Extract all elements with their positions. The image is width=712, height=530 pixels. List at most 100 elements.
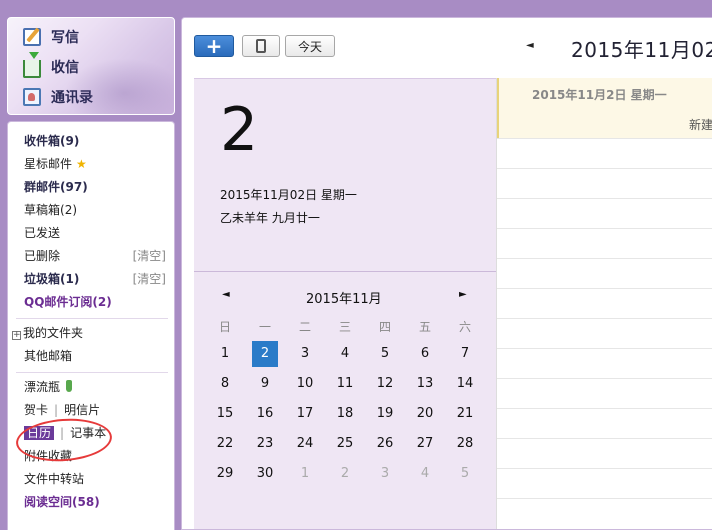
calendar-day-next-month[interactable]: 1: [292, 461, 318, 487]
folder-inbox[interactable]: 收件箱(9): [24, 132, 79, 150]
calendar-day[interactable]: 12: [372, 371, 398, 397]
hour-slot-line: [497, 228, 712, 229]
folder-other-mailbox[interactable]: 其他邮箱: [24, 347, 72, 365]
folder-spam[interactable]: 垃圾箱(1): [24, 270, 79, 288]
weekday-header: 五: [418, 320, 431, 334]
folder-inbox-label: 收件箱: [24, 134, 61, 148]
calendar-day[interactable]: 27: [412, 431, 438, 457]
calendar-day[interactable]: 28: [452, 431, 478, 457]
weekday-header: 日: [218, 320, 231, 334]
calendar-day[interactable]: 3: [292, 341, 318, 367]
folder-starred-label: 星标邮件: [24, 157, 73, 171]
calendar-day[interactable]: 16: [252, 401, 278, 427]
folder-my-folders-label: 我的文件夹: [23, 326, 84, 340]
full-date-text: 2015年11月02日 星期一: [220, 188, 357, 202]
attachments-label: 附件收藏: [24, 449, 73, 463]
calendar-day[interactable]: 1: [212, 341, 238, 367]
calendar-link[interactable]: 日历: [24, 426, 55, 440]
folder-sent[interactable]: 已发送: [24, 224, 60, 242]
contacts-icon: [23, 88, 41, 106]
folder-deleted-label: 已删除: [24, 249, 61, 263]
calendar-day-next-month[interactable]: 5: [452, 461, 478, 487]
folder-my-folders[interactable]: + 我的文件夹: [12, 324, 83, 342]
reading-space-label: 阅读空间: [24, 495, 73, 509]
attachments-link[interactable]: 附件收藏: [24, 447, 72, 465]
calendar-day[interactable]: 11: [332, 371, 358, 397]
calendar-day[interactable]: 15: [212, 401, 238, 427]
receive-mail-label: 收信: [51, 60, 79, 76]
notebook-link[interactable]: 记事本: [70, 426, 106, 440]
folder-spam-count: (1): [60, 272, 80, 286]
folder-starred[interactable]: 星标邮件 ★: [24, 155, 87, 173]
mobile-sync-button[interactable]: [242, 35, 280, 57]
inbox-download-icon: [23, 52, 41, 78]
file-transfer-link[interactable]: 文件中转站: [24, 470, 84, 488]
calendar-day[interactable]: 5: [372, 341, 398, 367]
divider: [16, 318, 168, 319]
calendar-day[interactable]: 19: [372, 401, 398, 427]
today-button[interactable]: 今天: [285, 35, 335, 57]
calendar-day[interactable]: 8: [212, 371, 238, 397]
prev-month-arrow-icon[interactable]: ◄: [222, 289, 230, 300]
day-detail-panel: 2 2015年11月02日 星期一 乙未羊年 九月廿一 ◄ 2015年11月 ►…: [194, 78, 496, 529]
folder-group-mail[interactable]: 群邮件(97): [24, 178, 88, 196]
greeting-card-link[interactable]: 贺卡: [24, 403, 48, 417]
calendar-day[interactable]: 2: [252, 341, 278, 367]
calendar-day[interactable]: 23: [252, 431, 278, 457]
calendar-day[interactable]: 17: [292, 401, 318, 427]
folder-deleted[interactable]: 已删除: [24, 247, 60, 265]
calendar-day[interactable]: 18: [332, 401, 358, 427]
calendar-day-next-month[interactable]: 3: [372, 461, 398, 487]
contacts-button[interactable]: 通讯录: [23, 86, 93, 108]
calendar-day[interactable]: 13: [412, 371, 438, 397]
calendar-row: 日历 | 记事本: [24, 424, 106, 442]
calendar-day[interactable]: 29: [212, 461, 238, 487]
next-month-arrow-icon[interactable]: ►: [459, 289, 467, 300]
clear-deleted-link[interactable]: [清空]: [133, 247, 166, 265]
calendar-day[interactable]: 20: [412, 401, 438, 427]
calendar-day[interactable]: 9: [252, 371, 278, 397]
calendar-main: + 今天 ◄ 2015年11月02 2 2015年11月02日 星期一 乙未羊年…: [181, 17, 712, 530]
receive-mail-button[interactable]: 收信: [23, 52, 79, 78]
expand-plus-icon[interactable]: +: [12, 331, 21, 340]
calendar-day[interactable]: 4: [332, 341, 358, 367]
folder-drafts[interactable]: 草稿箱(2): [24, 201, 77, 219]
calendar-day[interactable]: 21: [452, 401, 478, 427]
calendar-day[interactable]: 10: [292, 371, 318, 397]
weekday-header: 二: [298, 320, 311, 334]
prev-day-arrow-icon[interactable]: ◄: [526, 40, 534, 51]
calendar-toolbar: + 今天 ◄ 2015年11月02: [182, 18, 712, 78]
reading-space-link[interactable]: 阅读空间(58): [24, 493, 100, 511]
folder-qq-subscribe[interactable]: QQ邮件订阅(2): [24, 293, 112, 311]
folder-spam-label: 垃圾箱: [24, 272, 61, 286]
calendar-day[interactable]: 6: [412, 341, 438, 367]
drift-bottle-link[interactable]: 漂流瓶: [24, 378, 73, 396]
new-event-link[interactable]: 新建: [689, 116, 712, 133]
folder-qq-subscribe-count: (2): [92, 295, 112, 309]
drift-bottle-label: 漂流瓶: [24, 380, 61, 394]
calendar-day[interactable]: 30: [252, 461, 278, 487]
calendar-day[interactable]: 7: [452, 341, 478, 367]
folder-drafts-label: 草稿箱: [24, 203, 61, 217]
day-schedule: 2015年11月2日 星期一 新建: [496, 78, 712, 529]
calendar-day[interactable]: 26: [372, 431, 398, 457]
hour-slot-line: [497, 288, 712, 289]
calendar-day[interactable]: 14: [452, 371, 478, 397]
hour-slot-line: [497, 198, 712, 199]
calendar-day[interactable]: 25: [332, 431, 358, 457]
clear-spam-link[interactable]: [清空]: [133, 270, 166, 288]
calendar-day-next-month[interactable]: 2: [332, 461, 358, 487]
weekday-header: 一: [258, 320, 271, 334]
schedule-date-label: 2015年11月2日 星期一: [532, 88, 667, 102]
folder-drafts-count: (2): [60, 203, 78, 217]
add-event-button[interactable]: +: [194, 35, 234, 57]
hour-slot-line: [497, 258, 712, 259]
calendar-day[interactable]: 22: [212, 431, 238, 457]
postcard-link[interactable]: 明信片: [64, 403, 100, 417]
cards-row: 贺卡 | 明信片: [24, 401, 100, 419]
reading-space-count: (58): [72, 495, 100, 509]
calendar-day-next-month[interactable]: 4: [412, 461, 438, 487]
hour-slot-line: [497, 138, 712, 139]
compose-button[interactable]: 写信: [23, 26, 79, 48]
calendar-day[interactable]: 24: [292, 431, 318, 457]
